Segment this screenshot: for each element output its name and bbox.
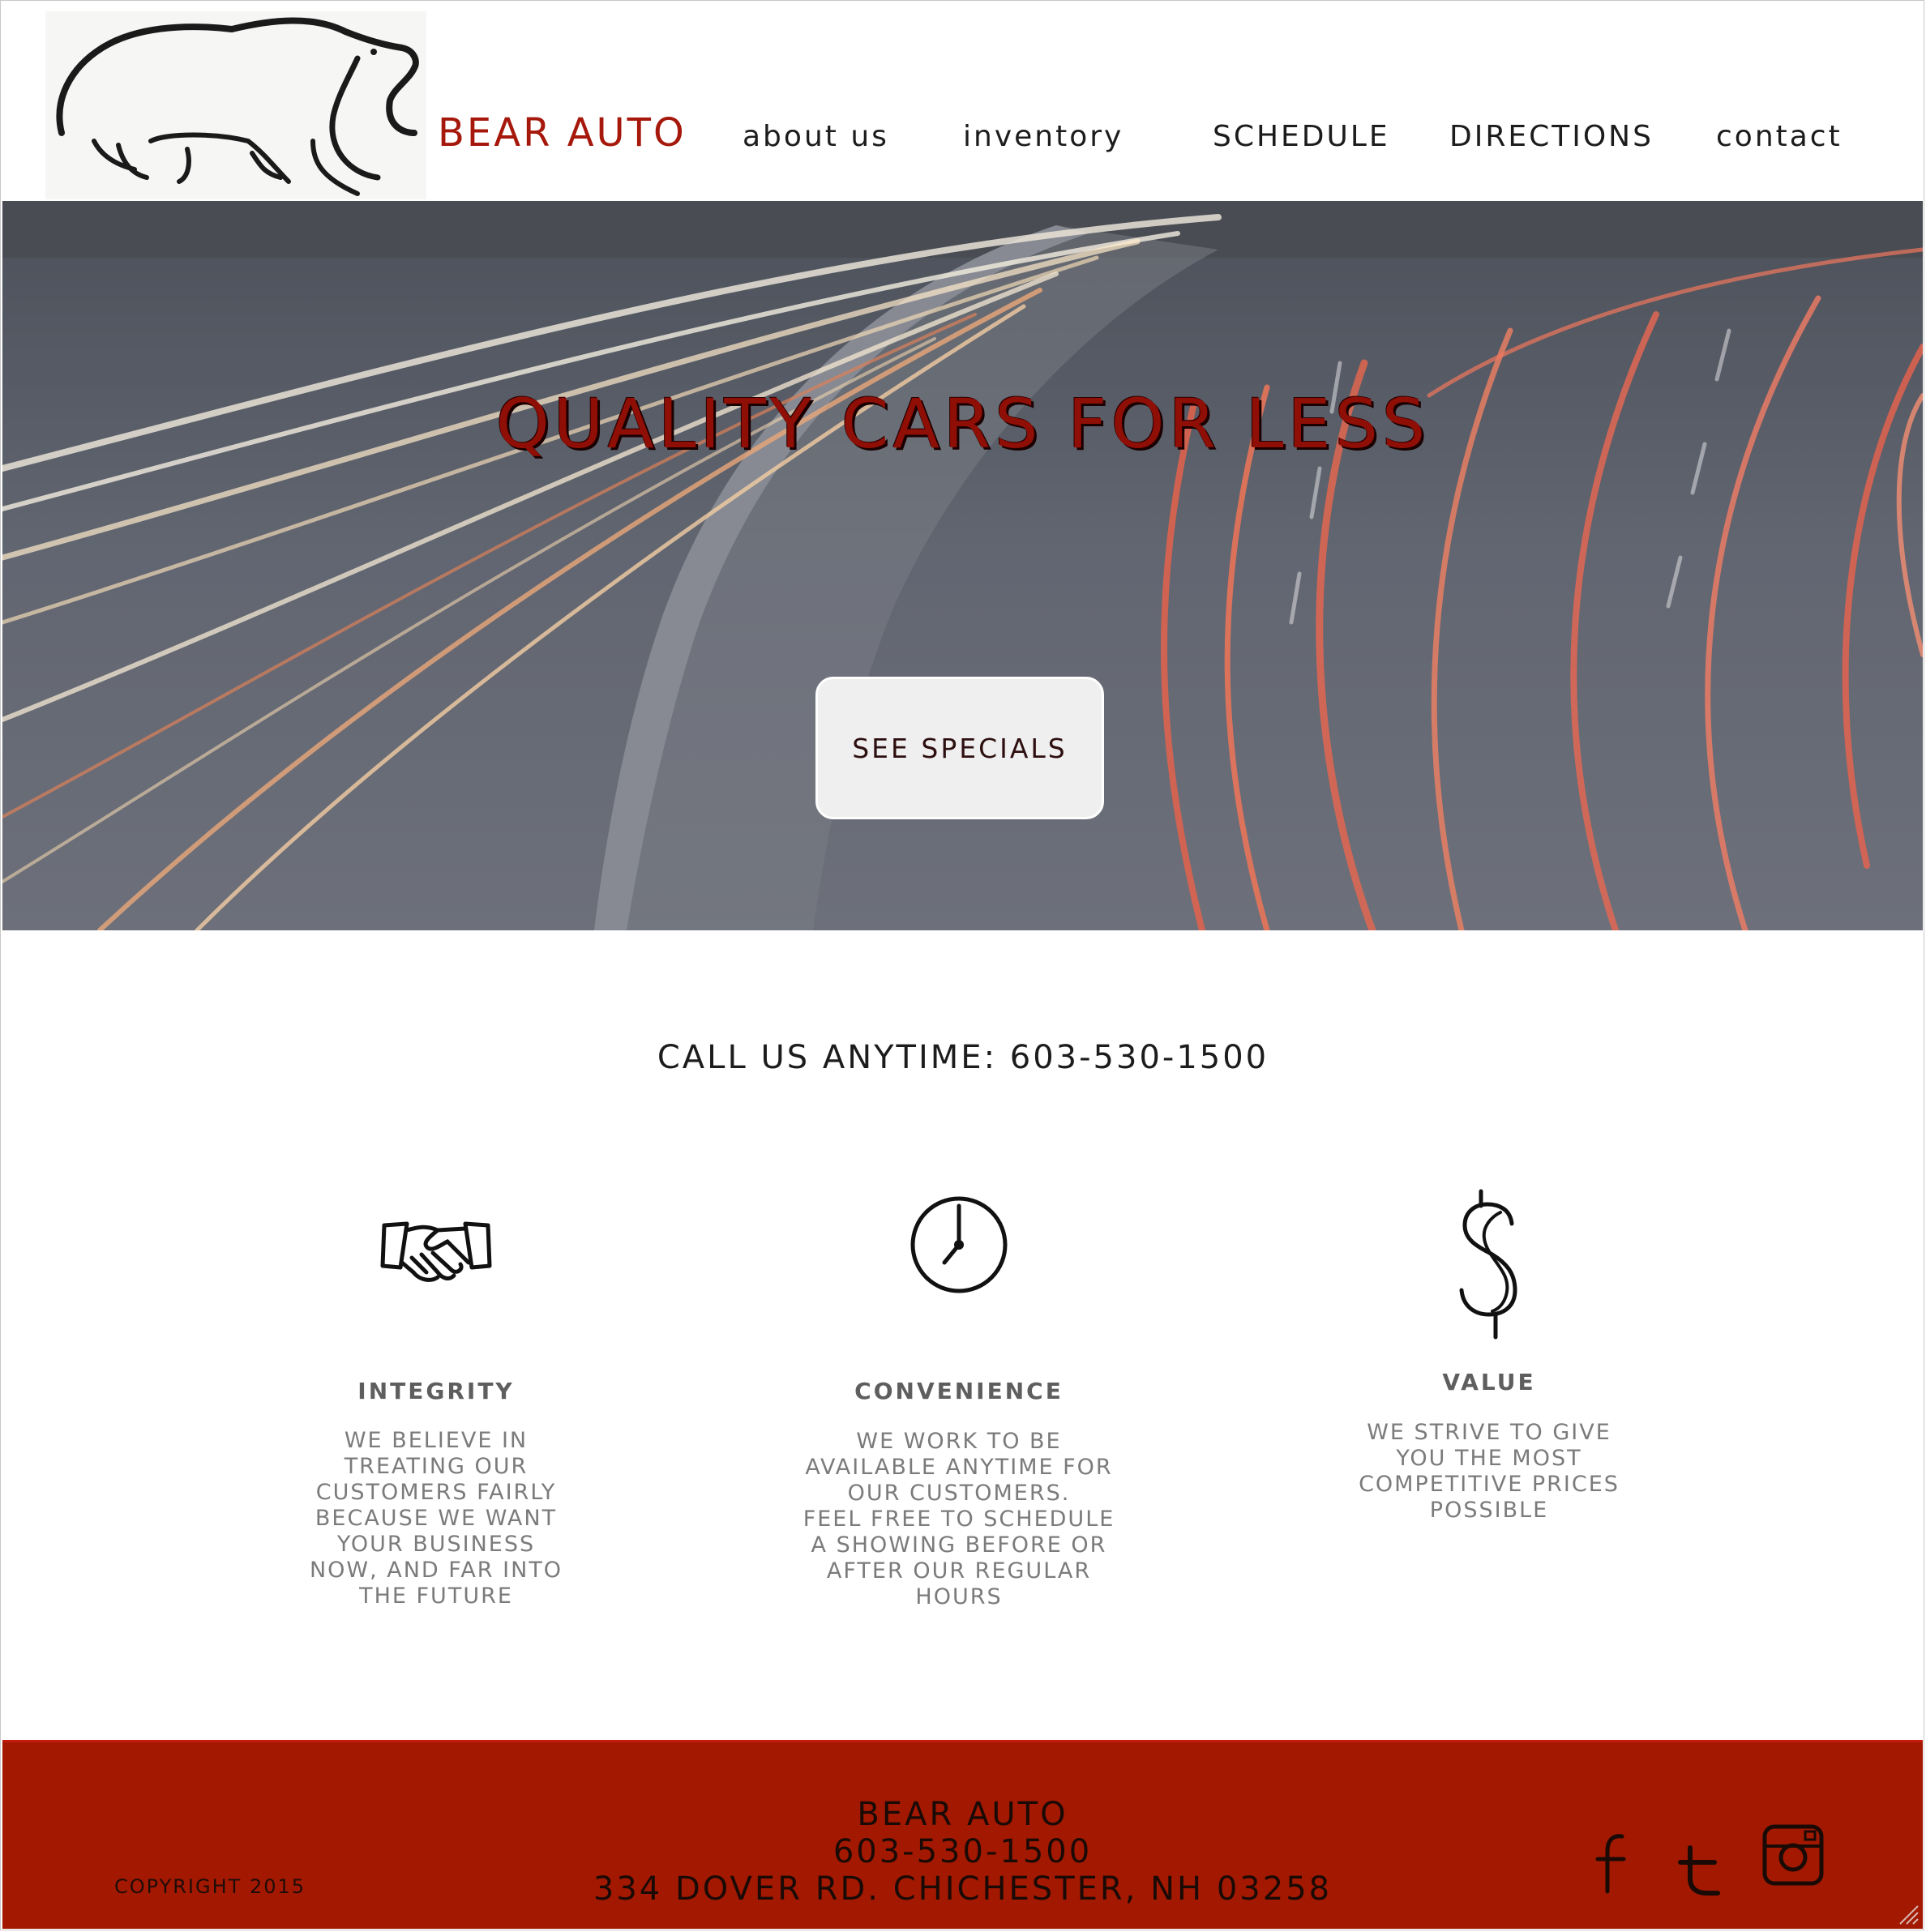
feature-text-line: AFTER OUR REGULAR <box>826 1558 1092 1584</box>
facebook-icon[interactable] <box>1593 1830 1633 1895</box>
dollar-icon <box>1459 1189 1517 1340</box>
feature-text-line: HOURS <box>915 1584 1003 1609</box>
feature-title: CONVENIENCE <box>854 1378 1064 1404</box>
see-specials-button[interactable]: SEE SPECIALS <box>815 677 1104 819</box>
hero-banner: QUALITY CARS FOR LESS SEE SPECIALS <box>2 201 1923 930</box>
feature-text-line: TREATING OUR <box>344 1454 529 1479</box>
feature-description: WE WORK TO BE AVAILABLE ANYTIME FOR OUR … <box>797 1429 1121 1610</box>
feature-convenience: CONVENIENCE WE WORK TO BE AVAILABLE ANYT… <box>797 1191 1121 1621</box>
nav-schedule[interactable]: SCHEDULE <box>1213 120 1390 153</box>
feature-value: VALUE WE STRIVE TO GIVE YOU THE MOST COM… <box>1327 1188 1651 1528</box>
feature-text-line: FEEL FREE TO SCHEDULE <box>802 1507 1115 1532</box>
footer-business-name: BEAR AUTO <box>857 1796 1068 1833</box>
nav-directions[interactable]: DIRECTIONS <box>1449 120 1654 153</box>
footer-address: 334 DOVER RD. CHICHESTER, NH 03258 <box>593 1870 1333 1908</box>
resize-grip-icon[interactable] <box>1895 1901 1920 1926</box>
hero-title: QUALITY CARS FOR LESS <box>495 384 1430 464</box>
nav-contact[interactable]: contact <box>1716 120 1843 153</box>
feature-text-line: THE FUTURE <box>359 1584 513 1609</box>
feature-description: WE BELIEVE IN TREATING OUR CUSTOMERS FAI… <box>274 1428 598 1609</box>
feature-description: WE STRIVE TO GIVE YOU THE MOST COMPETITI… <box>1327 1420 1651 1524</box>
feature-text-line: BECAUSE WE WANT <box>315 1506 558 1531</box>
handshake-icon <box>380 1221 492 1282</box>
nav-inventory[interactable]: inventory <box>963 120 1124 153</box>
feature-text-line: WE BELIEVE IN <box>344 1428 529 1453</box>
feature-text-line: COMPETITIVE PRICES <box>1359 1472 1620 1497</box>
clock-icon <box>910 1196 1008 1293</box>
feature-text-line: WE WORK TO BE <box>856 1429 1062 1454</box>
feature-text-line: WE STRIVE TO GIVE <box>1367 1420 1611 1445</box>
main-nav: about us inventory SCHEDULE DIRECTIONS c… <box>0 120 1926 160</box>
logo[interactable] <box>45 11 426 199</box>
footer: COPYRIGHT 2015 BEAR AUTO 603-530-1500 33… <box>2 1740 1923 1929</box>
bear-icon <box>56 17 419 196</box>
nav-about-us[interactable]: about us <box>743 120 889 153</box>
feature-title: VALUE <box>1442 1369 1536 1396</box>
feature-text-line: OUR CUSTOMERS. <box>847 1481 1071 1506</box>
feature-text-line: NOW, AND FAR INTO <box>309 1558 563 1583</box>
instagram-icon[interactable] <box>1761 1823 1825 1887</box>
highway-light-trails-image <box>2 201 1923 930</box>
call-us-line: CALL US ANYTIME: 603-530-1500 <box>657 1039 1269 1076</box>
feature-text-line: CUSTOMERS FAIRLY <box>315 1480 557 1505</box>
feature-text-line: YOUR BUSINESS <box>336 1532 536 1557</box>
feature-text-line: AVAILABLE ANYTIME FOR <box>805 1455 1113 1480</box>
feature-text-line: A SHOWING BEFORE OR <box>811 1532 1107 1558</box>
feature-title: INTEGRITY <box>357 1378 515 1404</box>
feature-text-line: POSSIBLE <box>1429 1498 1549 1523</box>
feature-integrity: INTEGRITY WE BELIEVE IN TREATING OUR CUS… <box>274 1216 598 1621</box>
footer-phone[interactable]: 603-530-1500 <box>2 1833 1923 1870</box>
feature-text-line: YOU THE MOST <box>1396 1446 1582 1471</box>
twitter-icon[interactable] <box>1677 1844 1726 1898</box>
